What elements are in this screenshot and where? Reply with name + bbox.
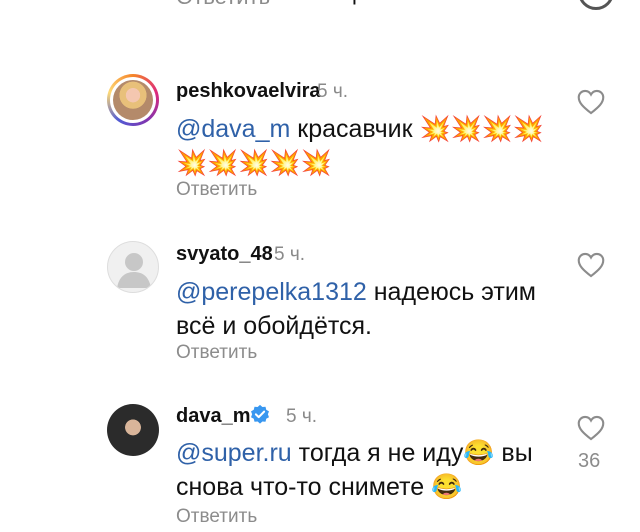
avatar[interactable] xyxy=(107,404,159,456)
default-avatar-icon xyxy=(117,253,151,288)
avatar-photo xyxy=(113,80,153,120)
avatar[interactable] xyxy=(107,241,159,293)
reply-button[interactable]: Ответить xyxy=(176,342,257,364)
comment-mention[interactable]: @perepelka1312 xyxy=(176,278,367,306)
comment-username[interactable]: dava_m xyxy=(176,405,251,428)
heart-icon[interactable] xyxy=(577,415,605,441)
comment-mention[interactable]: @super.ru xyxy=(176,439,292,467)
cut-off-text: р xyxy=(352,0,364,6)
comment-time: 5 ч. xyxy=(274,244,306,265)
heart-icon[interactable] xyxy=(577,252,605,278)
comment-text: @super.ru тогда я не иду😂 вы снова что-т… xyxy=(176,436,566,504)
previous-comment-fragment: Ответить р xyxy=(0,0,640,14)
comment-username[interactable]: peshkovaelvira xyxy=(176,80,321,103)
verified-badge-icon xyxy=(251,404,269,424)
comment-time: 5 ч. xyxy=(317,81,349,102)
heart-icon[interactable] xyxy=(577,89,605,115)
avatar[interactable] xyxy=(107,74,159,126)
reply-button[interactable]: Ответить xyxy=(176,179,257,201)
comment-time: 5 ч. xyxy=(286,406,318,427)
like-count: 36 xyxy=(578,450,601,472)
circle-icon[interactable] xyxy=(578,0,614,10)
comment-text: @perepelka1312 надеюсь этим всё и обойдё… xyxy=(176,275,566,343)
reply-button[interactable]: Ответить xyxy=(176,506,257,528)
comment-username[interactable]: svyato_48 xyxy=(176,243,273,266)
comment-text: @dava_m красавчик 💥💥💥💥💥💥💥💥💥 xyxy=(176,112,566,180)
reply-button[interactable]: Ответить xyxy=(176,0,270,10)
comment-mention[interactable]: @dava_m xyxy=(176,115,290,143)
